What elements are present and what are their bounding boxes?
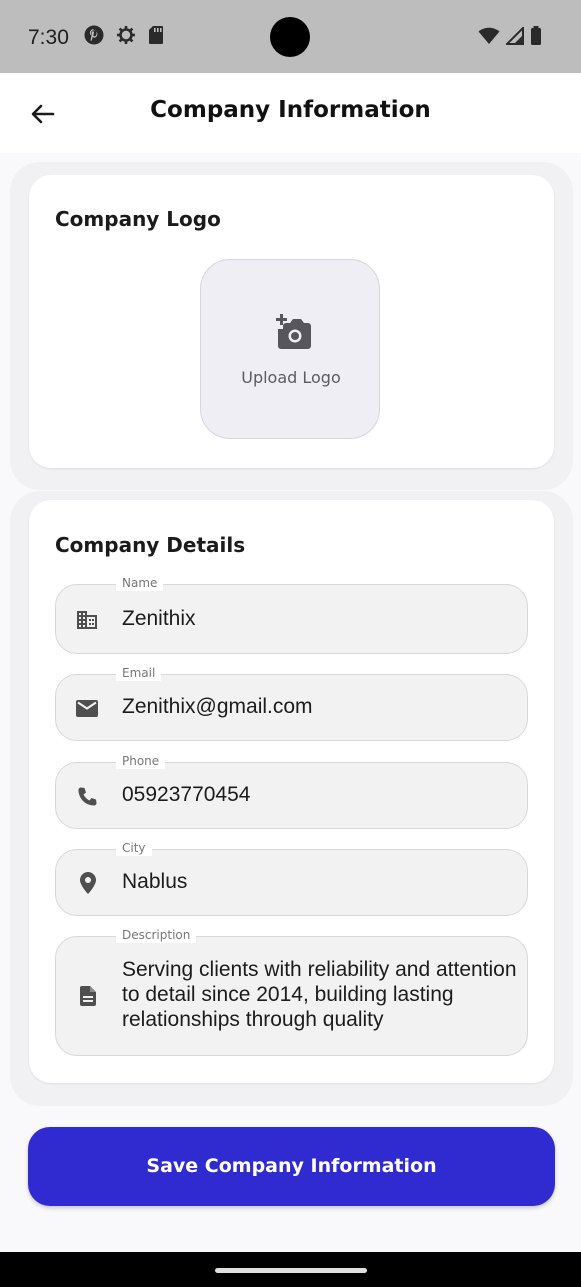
status-bar: 7:30	[0, 0, 581, 73]
battery-icon	[531, 26, 541, 45]
description-field-label: Description	[116, 927, 197, 943]
details-section-card: Company Details Name Zenithix Email Zeni…	[29, 500, 554, 1083]
name-field-value: Zenithix	[122, 607, 196, 630]
app-bar: Company Information	[0, 73, 581, 153]
add-a-photo-icon	[276, 314, 311, 349]
home-gesture-handle[interactable]	[215, 1268, 367, 1273]
page-title: Company Information	[150, 97, 431, 123]
phone-field[interactable]: Phone 05923770454	[55, 753, 528, 829]
settings-icon	[117, 26, 135, 44]
description-icon	[80, 986, 96, 1006]
phone-field-label: Phone	[116, 753, 166, 769]
status-icons-left	[84, 25, 164, 45]
business-icon	[77, 611, 97, 629]
logo-section-card: Company Logo Upload Logo	[29, 175, 554, 468]
pinterest-icon	[84, 25, 104, 45]
sd-card-icon	[149, 26, 163, 44]
name-field[interactable]: Name Zenithix	[55, 575, 528, 654]
status-time: 7:30	[28, 26, 69, 49]
phone-icon	[78, 787, 97, 806]
city-field-label: City	[116, 840, 152, 856]
description-field[interactable]: Description Serving clients with reliabi…	[55, 927, 528, 1056]
camera-cutout	[270, 17, 310, 57]
signal-icon	[506, 27, 524, 45]
logo-section-title: Company Logo	[55, 207, 221, 231]
upload-logo-button[interactable]: Upload Logo	[200, 259, 380, 439]
location-pin-icon	[80, 872, 96, 894]
phone-field-value: 05923770454	[122, 783, 251, 806]
email-field[interactable]: Email Zenithix@gmail.com	[55, 665, 528, 741]
description-field-value: Serving clients with reliability and att…	[122, 958, 517, 1031]
wifi-icon	[478, 27, 500, 44]
email-field-value: Zenithix@gmail.com	[122, 695, 313, 718]
status-icons-right	[478, 26, 542, 46]
city-field-value: Nablus	[122, 870, 188, 893]
upload-logo-label: Upload Logo	[241, 368, 341, 387]
navigation-bar	[0, 1252, 581, 1287]
logo-section-outer: Company Logo Upload Logo	[10, 162, 573, 490]
details-section-outer: Company Details Name Zenithix Email Zeni…	[10, 491, 573, 1106]
save-company-information-button[interactable]: Save Company Information	[28, 1127, 555, 1206]
details-section-title: Company Details	[55, 533, 246, 557]
name-field-label: Name	[116, 575, 164, 591]
email-icon	[76, 700, 98, 717]
email-field-label: Email	[116, 665, 162, 681]
city-field[interactable]: City Nablus	[55, 840, 528, 916]
